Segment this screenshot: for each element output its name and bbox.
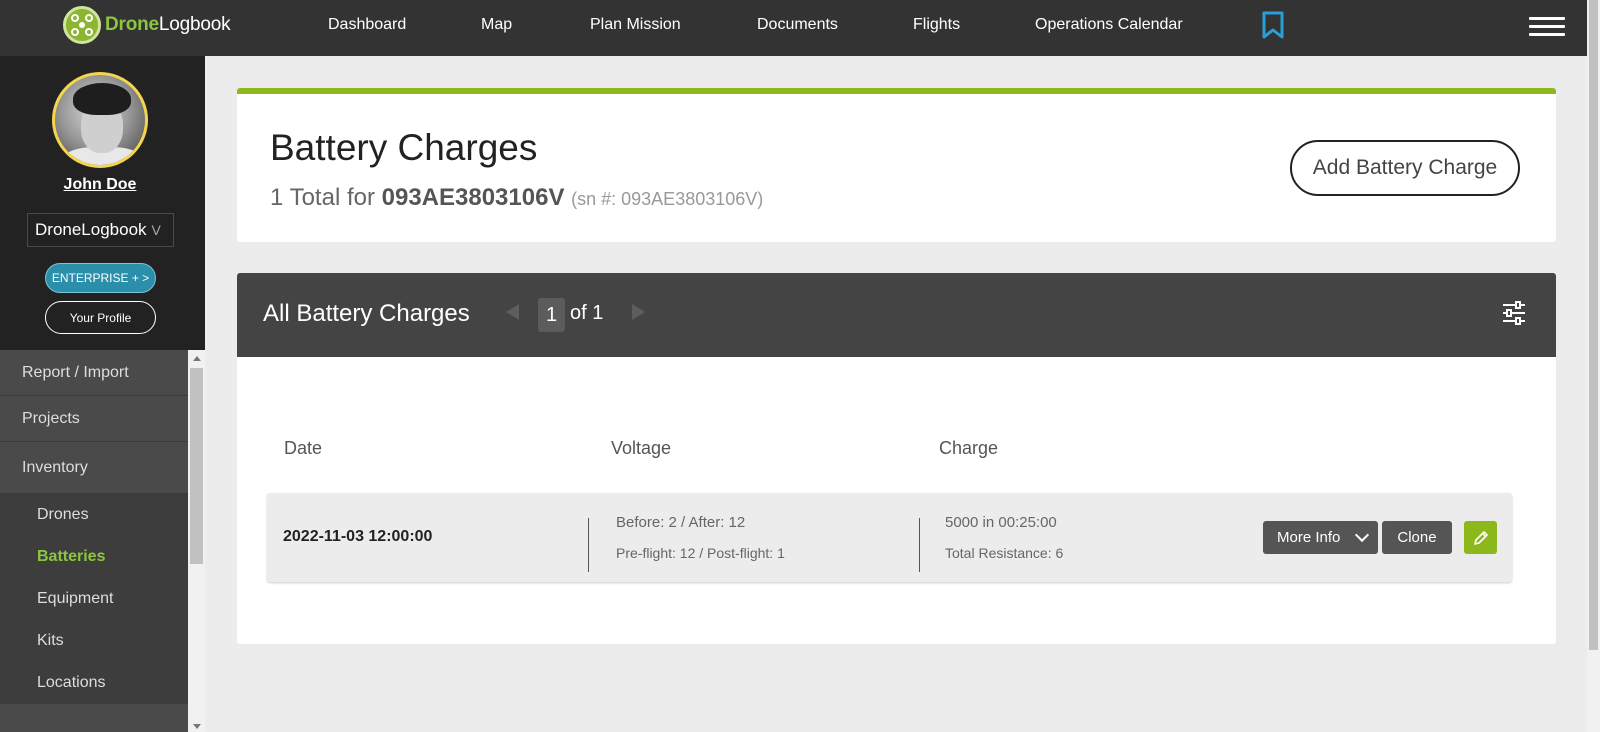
page-scrollbar-thumb[interactable] (1589, 0, 1598, 650)
logo-text: DroneLogbook (105, 14, 231, 35)
battery-sn: (sn #: 093AE3803106V) (571, 189, 764, 209)
page-subtitle: 1 Total for 093AE3803106V (sn #: 093AE38… (270, 184, 763, 212)
table-row: 2022-11-03 12:00:00 Before: 2 / After: 1… (267, 493, 1512, 582)
user-name-link[interactable]: John Doe (0, 176, 200, 194)
sidebar-item-report-import[interactable]: Report / Import (0, 350, 188, 396)
total-count: 1 Total for (270, 184, 375, 211)
next-page-icon[interactable] (632, 304, 645, 320)
app-logo[interactable]: DroneLogbook (63, 6, 231, 44)
nav-flights[interactable]: Flights (913, 16, 960, 34)
chevron-down-icon (1354, 527, 1370, 543)
sidebar-scrollbar-thumb[interactable] (190, 368, 203, 564)
drone-logo-icon (63, 6, 101, 44)
page-total: of 1 (570, 302, 604, 324)
sidebar-item-equipment[interactable]: Equipment (0, 578, 188, 620)
voltage-summary: Before: 2 / After: 12 (616, 514, 746, 531)
column-header-voltage: Voltage (611, 438, 672, 458)
page-title: Battery Charges (270, 127, 538, 168)
nav-operations-calendar[interactable]: Operations Calendar (1035, 16, 1183, 34)
page-scrollbar[interactable] (1587, 0, 1600, 732)
add-battery-charge-button[interactable]: Add Battery Charge (1290, 140, 1520, 196)
avatar[interactable] (52, 72, 148, 168)
scroll-up-icon[interactable] (193, 356, 201, 361)
sidebar-item-inventory[interactable]: Inventory (0, 442, 188, 494)
filter-sliders-icon[interactable] (1502, 300, 1526, 326)
sidebar-scrollbar[interactable] (188, 350, 205, 732)
list-header: All Battery Charges 1 of 1 (237, 273, 1556, 357)
prev-page-icon[interactable] (506, 304, 519, 320)
sidebar-item-batteries[interactable]: Batteries (0, 536, 188, 578)
sidebar-menu: Report / Import Projects Inventory Drone… (0, 350, 188, 732)
hamburger-menu-icon[interactable] (1529, 17, 1565, 41)
enterprise-button[interactable]: ENTERPRISE + > (45, 263, 156, 293)
charge-summary: 5000 in 00:25:00 (945, 514, 1057, 531)
column-divider (588, 518, 589, 572)
nav-dashboard[interactable]: Dashboard (328, 16, 406, 34)
pencil-edit-icon[interactable] (1464, 521, 1497, 554)
your-profile-button[interactable]: Your Profile (45, 301, 156, 334)
top-navigation-bar: DroneLogbook Dashboard Map Plan Mission … (0, 0, 1587, 56)
sidebar-item-projects[interactable]: Projects (0, 396, 188, 442)
sidebar: John Doe DroneLogbook V ENTERPRISE + > Y… (0, 56, 205, 732)
scroll-down-icon[interactable] (193, 724, 201, 729)
charge-date: 2022-11-03 12:00:00 (283, 528, 433, 545)
organization-name: DroneLogbook (35, 220, 147, 239)
battery-serial: 093AE3803106V (381, 184, 565, 211)
nav-plan-mission[interactable]: Plan Mission (590, 16, 681, 34)
organization-select[interactable]: DroneLogbook V (27, 213, 174, 247)
inventory-submenu: Drones Batteries Equipment Kits Location… (0, 494, 188, 704)
clone-button[interactable]: Clone (1382, 521, 1452, 554)
list-body: Date Voltage Charge 2022-11-03 12:00:00 … (237, 357, 1556, 644)
charge-detail: Total Resistance: 6 (945, 545, 1064, 561)
bookmark-icon[interactable] (1262, 11, 1284, 44)
voltage-detail: Pre-flight: 12 / Post-flight: 1 (616, 545, 785, 561)
more-info-button[interactable]: More Info (1263, 521, 1378, 554)
page-number-input[interactable]: 1 (538, 298, 565, 332)
sidebar-item-locations[interactable]: Locations (0, 662, 188, 704)
page-header-card: Battery Charges 1 Total for 093AE3803106… (237, 88, 1556, 242)
column-header-date: Date (284, 438, 323, 458)
profile-panel: John Doe DroneLogbook V ENTERPRISE + > Y… (0, 56, 205, 350)
sidebar-item-drones[interactable]: Drones (0, 494, 188, 536)
column-header-charge: Charge (939, 438, 999, 458)
chevron-down-icon: V (151, 222, 161, 238)
nav-map[interactable]: Map (481, 16, 512, 34)
list-title: All Battery Charges (263, 300, 470, 327)
nav-documents[interactable]: Documents (757, 16, 838, 34)
sidebar-item-kits[interactable]: Kits (0, 620, 188, 662)
column-divider (919, 518, 920, 572)
more-info-label: More Info (1277, 529, 1341, 546)
